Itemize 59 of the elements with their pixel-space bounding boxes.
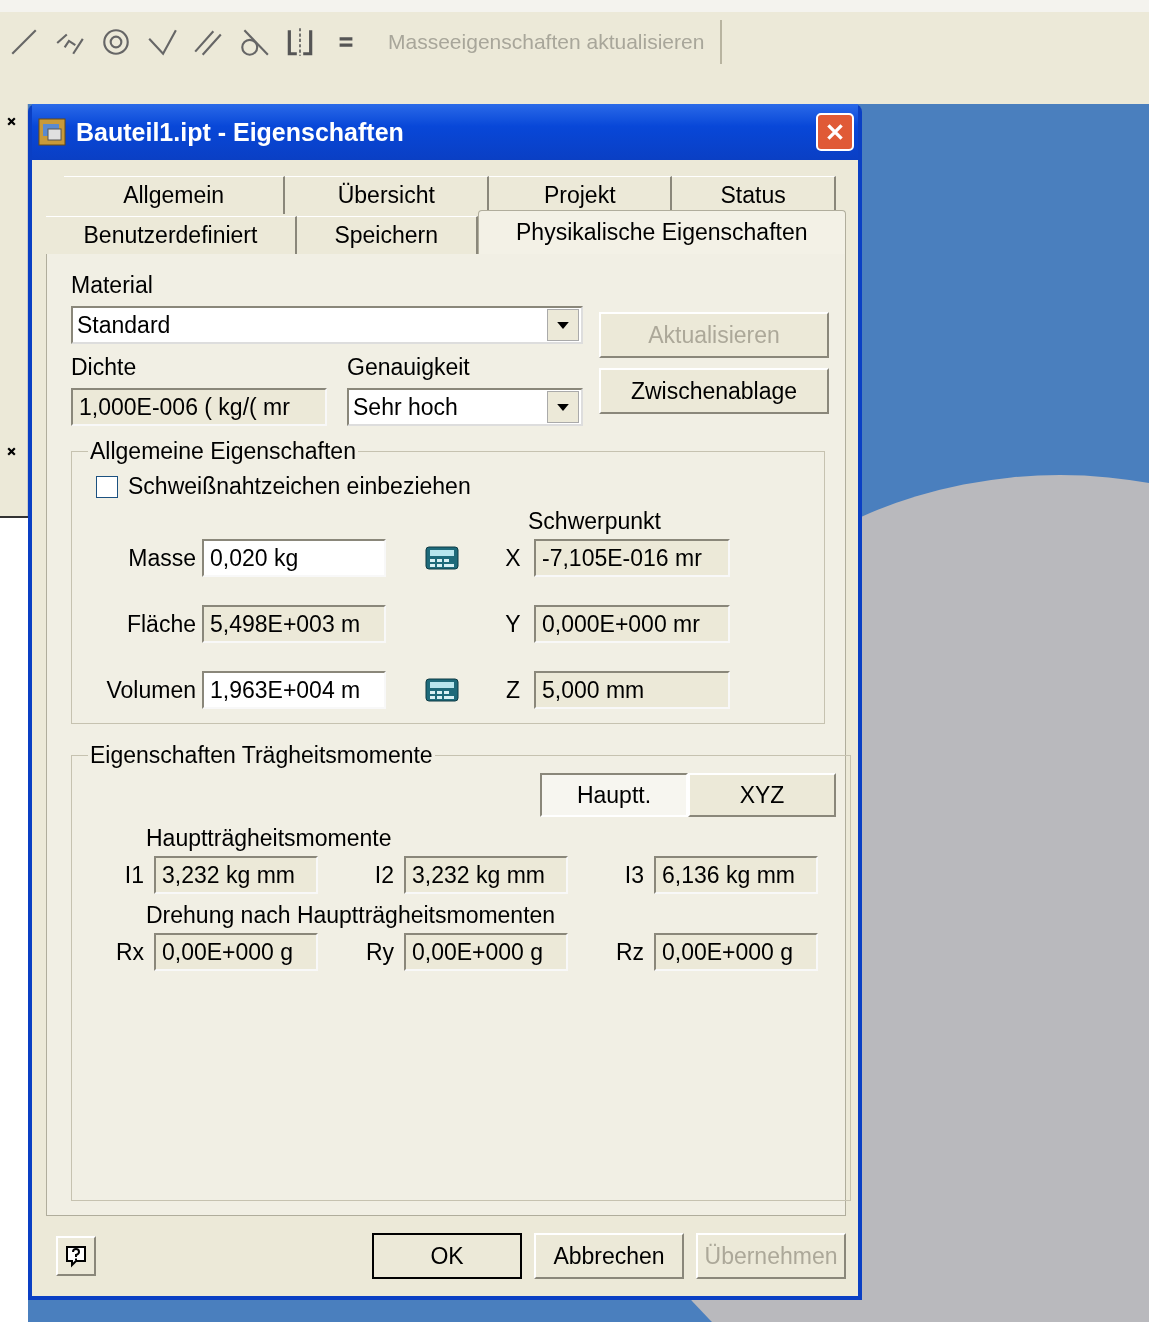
concentric-icon[interactable] bbox=[100, 26, 132, 58]
section-label: Hauptträgheitsmomente bbox=[146, 825, 392, 851]
help-icon bbox=[64, 1244, 88, 1268]
close-icon[interactable] bbox=[6, 446, 17, 457]
field-label: Genauigkeit bbox=[347, 353, 471, 382]
calculator-icon[interactable] bbox=[425, 678, 459, 702]
axis-label: Z bbox=[504, 676, 522, 704]
density-field[interactable]: 1,000E-006 ( kg/( mr bbox=[71, 388, 327, 426]
rotation-field[interactable]: 0,00E+000 g bbox=[404, 933, 568, 971]
close-icon[interactable] bbox=[6, 116, 17, 127]
tab[interactable]: Physikalische Eigenschaften bbox=[477, 210, 846, 254]
field-label: I3 bbox=[623, 861, 644, 889]
field-label: Rx bbox=[114, 938, 144, 966]
material-dropdown[interactable]: Standard bbox=[71, 306, 583, 344]
accuracy-dropdown[interactable]: Sehr hoch bbox=[347, 388, 583, 426]
mode-toggle-button[interactable]: Hauptt. bbox=[540, 773, 688, 817]
dialog-button[interactable]: Abbrechen bbox=[534, 1233, 684, 1279]
dropdown-arrow-icon bbox=[557, 403, 569, 411]
window-title: Bauteil1.ipt - Eigenschaften bbox=[76, 117, 405, 147]
center-value-field[interactable]: -7,105E-016 mr bbox=[534, 539, 730, 577]
checkbox[interactable] bbox=[96, 475, 118, 498]
close-icon bbox=[824, 121, 846, 143]
value-field[interactable]: 5,498E+003 m bbox=[202, 605, 386, 643]
close-button[interactable] bbox=[816, 113, 854, 151]
field-label: I1 bbox=[123, 861, 144, 889]
field-label: Dichte bbox=[71, 353, 138, 382]
moment-field[interactable]: 3,232 kg mm bbox=[404, 856, 568, 894]
moment-field[interactable]: 3,232 kg mm bbox=[154, 856, 318, 894]
moment-field[interactable]: 6,136 kg mm bbox=[654, 856, 818, 894]
mode-toggle-button[interactable]: XYZ bbox=[688, 773, 836, 817]
side-button[interactable]: Zwischenablage bbox=[599, 368, 829, 414]
rotation-field[interactable]: 0,00E+000 g bbox=[154, 933, 318, 971]
rotation-field[interactable]: 0,00E+000 g bbox=[654, 933, 818, 971]
group-title: Eigenschaften Trägheitsmomente bbox=[89, 742, 434, 769]
section-label: Drehung nach Hauptträgheitsmomenten bbox=[146, 902, 556, 928]
center-value-field[interactable]: 5,000 mm bbox=[534, 671, 730, 709]
field-label: Fläche bbox=[125, 610, 196, 638]
field-label: Masse bbox=[127, 544, 196, 572]
value-field[interactable]: 1,963E+004 m bbox=[202, 671, 386, 709]
center-value-field[interactable]: 0,000E+000 mr bbox=[534, 605, 730, 643]
tab[interactable]: Speichern bbox=[296, 216, 478, 254]
tab[interactable]: Allgemein bbox=[64, 176, 286, 214]
calculator-icon[interactable] bbox=[425, 546, 459, 570]
axis-label: X bbox=[504, 544, 522, 572]
app-icon bbox=[38, 118, 66, 146]
field-label: Ry bbox=[364, 938, 394, 966]
tab[interactable]: Benutzerdefiniert bbox=[46, 216, 297, 254]
dropdown-arrow-icon bbox=[557, 321, 569, 329]
field-label: Volumen bbox=[105, 676, 196, 704]
axis-label: Y bbox=[504, 610, 522, 638]
field-label: I2 bbox=[373, 861, 394, 889]
group-title: Allgemeine Eigenschaften bbox=[89, 438, 357, 465]
dialog-button[interactable]: OK bbox=[372, 1233, 522, 1279]
center-of-gravity-label: Schwerpunkt bbox=[528, 508, 661, 534]
field-label: Rz bbox=[614, 938, 644, 966]
help-button[interactable] bbox=[56, 1236, 96, 1276]
checkbox-label: Schweißnahtzeichen einbeziehen bbox=[128, 473, 471, 500]
field-label: Material bbox=[71, 271, 154, 300]
value-field[interactable]: 0,020 kg bbox=[202, 539, 386, 577]
